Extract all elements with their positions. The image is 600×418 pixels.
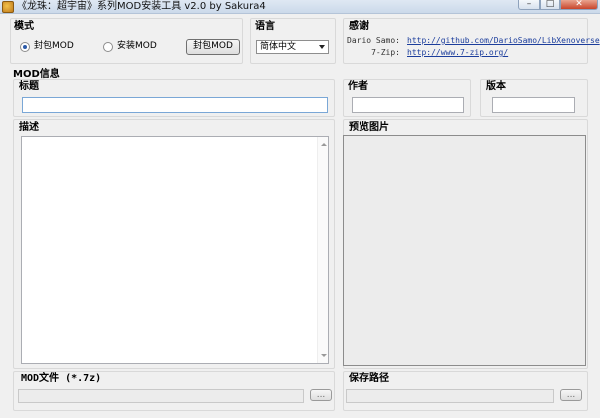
maximize-button[interactable]: □ <box>540 0 560 10</box>
preview-label: 预览图片 <box>349 122 389 133</box>
mode-label: 模式 <box>14 21 34 32</box>
language-label: 语言 <box>255 21 275 32</box>
version-label: 版本 <box>486 81 506 92</box>
minimize-button[interactable]: – <box>518 0 540 10</box>
pack-mod-button[interactable]: 封包MOD <box>186 39 240 55</box>
radio-install-mod-label[interactable]: 安装MOD <box>117 41 157 52</box>
description-label: 描述 <box>19 122 39 133</box>
description-textarea[interactable] <box>21 136 329 364</box>
scroll-up-icon[interactable] <box>321 143 327 146</box>
author-label: 作者 <box>348 81 368 92</box>
close-button[interactable]: ✕ <box>560 0 598 10</box>
thanks-link-7zip[interactable]: http://www.7-zip.org/ <box>407 48 508 58</box>
language-select[interactable]: 简体中文 <box>256 40 329 54</box>
app-icon <box>2 1 14 13</box>
minimize-icon: – <box>526 0 532 9</box>
thanks-link-libxenoverse[interactable]: http://github.com/DarioSamo/LibXenoverse <box>407 36 600 46</box>
mod-file-label: MOD文件 (*.7z) <box>21 373 102 384</box>
window-title: 《龙珠：超宇宙》系列MOD安装工具 v2.0 by Sakura4 <box>17 1 266 12</box>
language-select-value: 简体中文 <box>260 42 297 52</box>
close-icon: ✕ <box>575 0 583 9</box>
title-label: 标题 <box>19 81 39 92</box>
thanks-name-dario: Dario Samo: <box>347 36 400 45</box>
description-scrollbar[interactable] <box>317 137 328 363</box>
thanks-name-7zip: 7-Zip: <box>371 48 400 57</box>
save-path-label: 保存路径 <box>349 373 389 384</box>
version-input[interactable] <box>492 97 575 113</box>
chevron-down-icon <box>319 45 325 49</box>
mod-file-input[interactable] <box>18 389 304 403</box>
thanks-label: 感谢 <box>349 21 369 32</box>
title-input[interactable] <box>22 97 328 113</box>
author-input[interactable] <box>352 97 464 113</box>
title-bar[interactable]: 《龙珠：超宇宙》系列MOD安装工具 v2.0 by Sakura4 – □ ✕ <box>0 0 600 14</box>
mod-file-browse-button[interactable]: ... <box>310 389 332 401</box>
save-path-input[interactable] <box>346 389 554 403</box>
preview-image <box>343 135 586 366</box>
radio-install-mod[interactable] <box>103 42 113 52</box>
radio-pack-mod[interactable] <box>20 42 30 52</box>
maximize-icon: □ <box>545 0 555 9</box>
save-path-browse-button[interactable]: ... <box>560 389 582 401</box>
scroll-down-icon[interactable] <box>321 354 327 357</box>
radio-pack-mod-label[interactable]: 封包MOD <box>34 41 74 52</box>
